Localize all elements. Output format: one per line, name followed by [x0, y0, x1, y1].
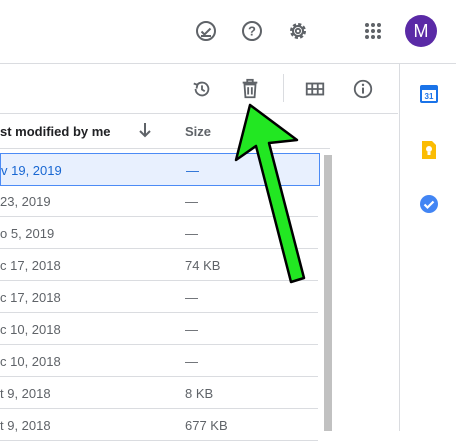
file-row[interactable]: t 9, 2018 677 KB	[0, 409, 318, 441]
toolbar-divider	[283, 74, 284, 102]
row-last-modified: c 10, 2018	[0, 322, 61, 337]
row-last-modified: 23, 2019	[0, 194, 51, 209]
row-size: —	[186, 163, 199, 178]
tasks-icon[interactable]	[419, 194, 439, 214]
check-circle-icon[interactable]	[191, 16, 221, 46]
grid-view-icon[interactable]	[301, 75, 329, 103]
file-row[interactable]: c 17, 2018 —	[0, 281, 318, 313]
column-last-modified[interactable]: st modified by me	[0, 124, 111, 139]
row-last-modified: c 17, 2018	[0, 258, 61, 273]
activity-history-icon[interactable]	[188, 75, 216, 103]
keep-icon[interactable]	[419, 140, 439, 160]
row-size: —	[185, 290, 198, 305]
file-list: st modified by me Size v 19, 2019 — 23, 2…	[0, 114, 398, 441]
file-row[interactable]: c 10, 2018 —	[0, 345, 318, 377]
apps-grid-icon[interactable]	[358, 16, 388, 46]
file-row[interactable]: v 19, 2019 —	[0, 153, 320, 186]
row-size: —	[185, 194, 198, 209]
file-row[interactable]: c 17, 2018 74 KB	[0, 249, 318, 281]
row-size: —	[185, 322, 198, 337]
column-header-row: st modified by me Size	[0, 114, 330, 149]
row-size: —	[185, 226, 198, 241]
row-size: —	[185, 354, 198, 369]
side-panel: 31	[399, 64, 456, 431]
row-last-modified: v 19, 2019	[1, 163, 62, 178]
row-last-modified: c 10, 2018	[0, 354, 61, 369]
row-last-modified: c 17, 2018	[0, 290, 61, 305]
gear-icon[interactable]	[283, 16, 313, 46]
info-icon[interactable]	[349, 75, 377, 103]
file-toolbar	[0, 64, 398, 114]
trash-icon[interactable]	[236, 75, 264, 103]
file-row[interactable]: t 9, 2018 8 KB	[0, 377, 318, 409]
top-header: ? M	[0, 0, 456, 64]
row-last-modified: o 5, 2019	[0, 226, 55, 241]
vertical-scrollbar[interactable]	[324, 155, 332, 431]
svg-text:31: 31	[425, 92, 434, 101]
account-avatar[interactable]: M	[405, 15, 437, 47]
file-row[interactable]: c 10, 2018 —	[0, 313, 318, 345]
svg-text:?: ?	[248, 24, 256, 39]
file-row[interactable]: 23, 2019 —	[0, 185, 318, 217]
file-row[interactable]: o 5, 2019 —	[0, 217, 318, 249]
row-size: 74 KB	[185, 258, 221, 273]
column-size[interactable]: Size	[185, 124, 211, 139]
row-size: 8 KB	[185, 386, 214, 401]
row-last-modified: t 9, 2018	[0, 386, 51, 401]
sort-arrow-down-icon[interactable]	[138, 122, 152, 141]
help-icon[interactable]: ?	[237, 16, 267, 46]
calendar-icon[interactable]: 31	[419, 84, 439, 104]
